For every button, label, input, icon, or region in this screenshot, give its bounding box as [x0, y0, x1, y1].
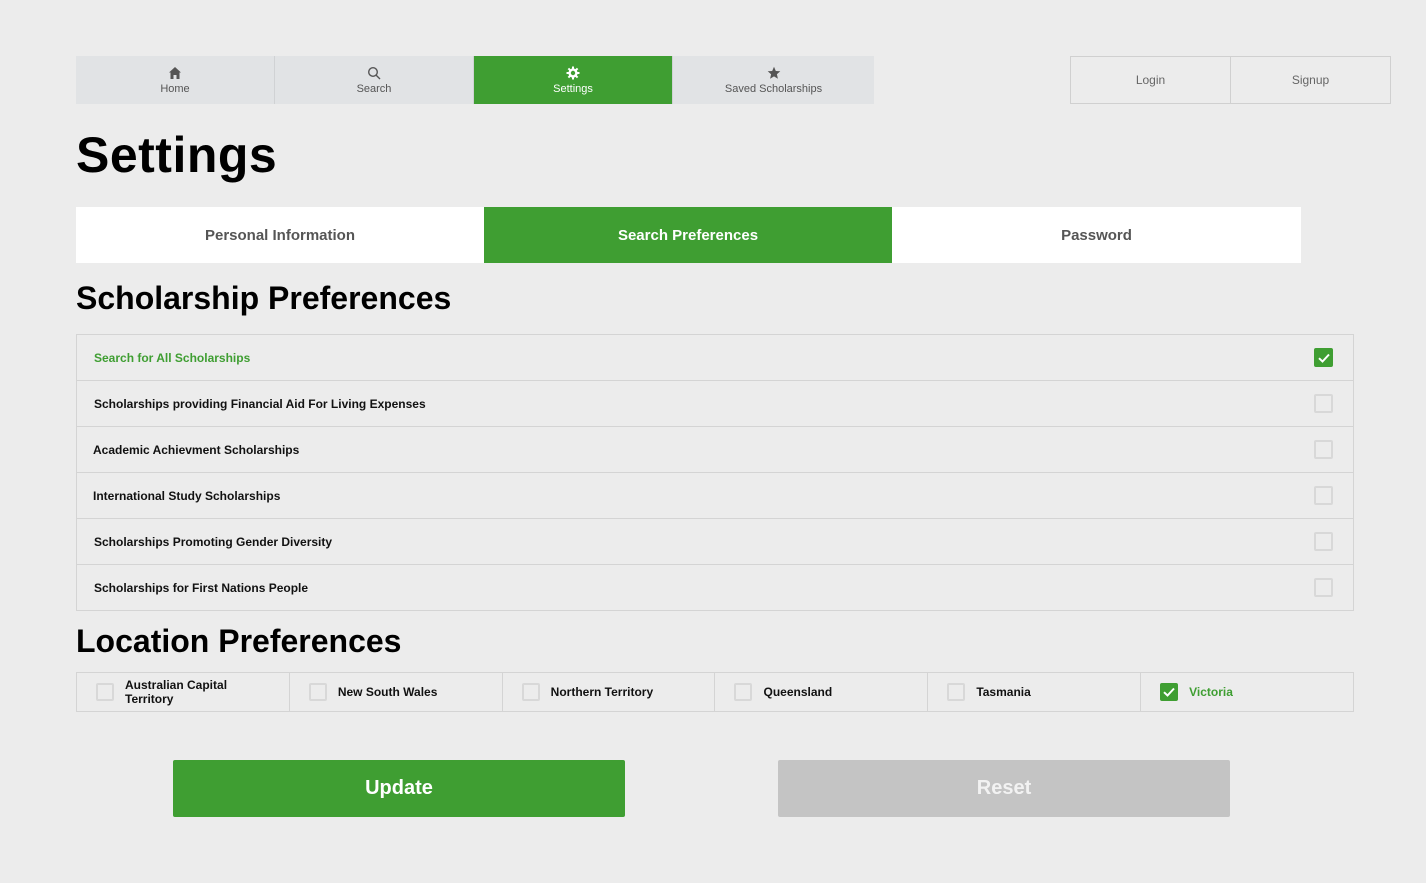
- option-label: Search for All Scholarships: [94, 350, 251, 365]
- option-label: Scholarships for First Nations People: [94, 580, 309, 595]
- checkbox[interactable]: [947, 683, 966, 701]
- checkbox[interactable]: [734, 683, 753, 701]
- page-title: Settings: [76, 127, 278, 183]
- checkbox[interactable]: [1314, 394, 1333, 413]
- option-label: Scholarships providing Financial Aid For…: [94, 396, 426, 411]
- checkmark-icon: [1163, 687, 1175, 697]
- nav-item-label: Settings: [553, 82, 593, 95]
- checkbox[interactable]: [1314, 486, 1333, 505]
- option-label: Academic Achievment Scholarships: [93, 442, 300, 457]
- scholarship-option-all[interactable]: Search for All Scholarships: [77, 335, 1353, 381]
- checkbox[interactable]: [1314, 532, 1333, 551]
- settings-tabs: Personal Information Search Preferences …: [76, 207, 1301, 263]
- tab-search-preferences[interactable]: Search Preferences: [484, 207, 892, 263]
- location-option-qld[interactable]: Queensland: [715, 673, 929, 711]
- location-option-vic[interactable]: Victoria: [1141, 673, 1353, 711]
- scholarship-option-international[interactable]: International Study Scholarships: [77, 473, 1353, 519]
- checkbox[interactable]: [521, 683, 540, 701]
- star-icon: [767, 66, 780, 79]
- location-preferences-heading: Location Preferences: [76, 623, 402, 659]
- auth-buttons: Login Signup: [1070, 56, 1391, 104]
- option-label: Victoria: [1189, 685, 1233, 699]
- home-icon: [169, 66, 181, 79]
- option-label: Queensland: [763, 685, 833, 699]
- scholarship-option-gender-diversity[interactable]: Scholarships Promoting Gender Diversity: [77, 519, 1353, 565]
- location-option-nsw[interactable]: New South Wales: [290, 673, 503, 711]
- option-label: Tasmania: [976, 685, 1031, 699]
- option-label: Australian Capital Territory: [125, 678, 228, 706]
- location-preferences-row: Australian Capital Territory New South W…: [76, 672, 1354, 712]
- location-option-nt[interactable]: Northern Territory: [503, 673, 716, 711]
- tab-password[interactable]: Password: [892, 207, 1301, 263]
- update-button[interactable]: Update: [173, 760, 625, 817]
- login-button[interactable]: Login: [1071, 57, 1230, 103]
- main-nav: Home Search Settings Saved Scholarships: [76, 56, 874, 104]
- scholarship-option-living-expenses[interactable]: Scholarships providing Financial Aid For…: [77, 381, 1353, 427]
- checkmark-icon: [1317, 353, 1330, 363]
- search-icon: [367, 66, 381, 79]
- nav-item-search[interactable]: Search: [275, 56, 474, 104]
- scholarship-preferences-heading: Scholarship Preferences: [76, 280, 452, 316]
- nav-item-home[interactable]: Home: [76, 56, 275, 104]
- scholarship-option-academic[interactable]: Academic Achievment Scholarships: [77, 427, 1353, 473]
- nav-item-label: Home: [160, 82, 190, 95]
- scholarship-option-first-nations[interactable]: Scholarships for First Nations People: [77, 565, 1353, 610]
- option-label: International Study Scholarships: [93, 488, 281, 503]
- checkbox[interactable]: [1314, 578, 1333, 597]
- gear-icon: [566, 66, 580, 79]
- option-label: New South Wales: [337, 685, 438, 699]
- nav-item-saved-scholarships[interactable]: Saved Scholarships: [673, 56, 874, 104]
- nav-item-label: Saved Scholarships: [724, 82, 823, 95]
- location-option-act[interactable]: Australian Capital Territory: [77, 673, 290, 711]
- reset-button[interactable]: Reset: [778, 760, 1230, 817]
- tab-personal-information[interactable]: Personal Information: [76, 207, 484, 263]
- signup-button[interactable]: Signup: [1230, 57, 1390, 103]
- scholarship-preferences-list: Search for All Scholarships Scholarships…: [76, 334, 1354, 611]
- option-label: Scholarships Promoting Gender Diversity: [94, 534, 333, 549]
- checkbox-checked[interactable]: [1160, 683, 1179, 701]
- checkbox[interactable]: [96, 683, 114, 701]
- location-option-tas[interactable]: Tasmania: [928, 673, 1142, 711]
- option-label: Northern Territory: [550, 685, 654, 699]
- nav-item-settings[interactable]: Settings: [474, 56, 673, 104]
- nav-item-label: Search: [356, 82, 392, 95]
- checkbox-checked[interactable]: [1314, 348, 1333, 367]
- checkbox[interactable]: [1314, 440, 1333, 459]
- checkbox[interactable]: [308, 683, 327, 701]
